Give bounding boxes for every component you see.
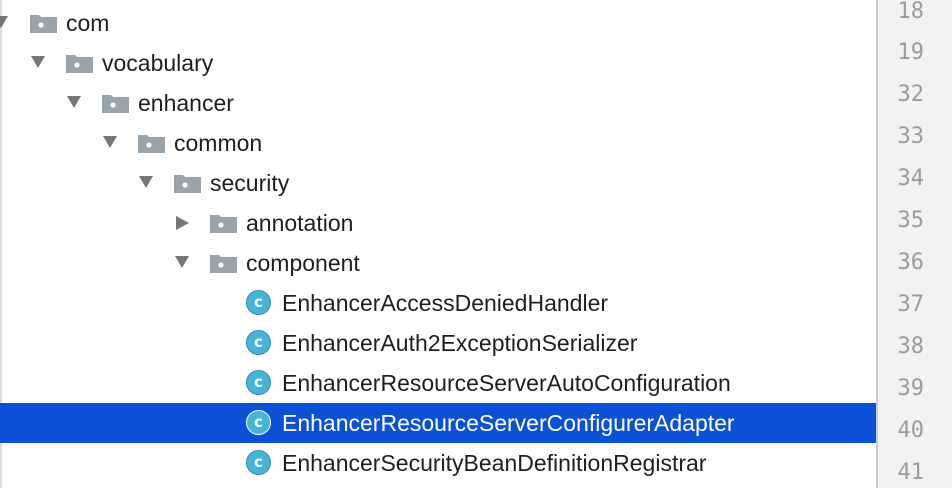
folder-icon — [210, 254, 237, 273]
line-number: 32 — [897, 82, 925, 107]
tree-row-com[interactable]: com — [0, 3, 876, 43]
folder-icon — [174, 174, 201, 193]
class-icon: c — [246, 370, 271, 395]
line-number: 41 — [897, 460, 925, 485]
tree-row-class[interactable]: c EnhancerSecurityBeanDefinitionRegistra… — [0, 443, 876, 483]
tree-row-class[interactable]: c EnhancerResourceServerAutoConfiguratio… — [0, 363, 876, 403]
tree-row-label: EnhancerAccessDeniedHandler — [282, 290, 609, 316]
line-number: 37 — [897, 292, 925, 317]
tree-row-label: enhancer — [138, 90, 234, 116]
line-number: 34 — [897, 166, 925, 191]
tree-row-label: com — [66, 10, 110, 36]
tree-row-label: EnhancerResourceServerConfigurerAdapter — [282, 410, 735, 436]
tree-row-common[interactable]: common — [0, 123, 876, 163]
tree-row-label: component — [246, 250, 360, 276]
tree-row-enhancer[interactable]: enhancer — [0, 83, 876, 123]
tree-row-label: common — [174, 130, 263, 156]
tree-row-label: EnhancerResourceServerAutoConfiguration — [282, 370, 731, 396]
tree-row-class-selected[interactable]: c EnhancerResourceServerConfigurerAdapte… — [0, 403, 876, 443]
line-number: 39 — [897, 376, 925, 401]
triangle-down-icon[interactable] — [139, 176, 153, 188]
tree-row-label: EnhancerAuth2ExceptionSerializer — [282, 330, 638, 356]
line-number: 38 — [897, 334, 925, 359]
triangle-down-icon[interactable] — [175, 256, 189, 268]
folder-icon — [30, 14, 57, 33]
tree-row-class[interactable]: c EnhancerAccessDeniedHandler — [0, 283, 876, 323]
triangle-down-icon[interactable] — [103, 136, 117, 148]
editor-gutter[interactable]: 18 19 32 33 34 35 36 37 38 39 40 41 — [876, 0, 952, 488]
tree-row-class[interactable]: c EnhancerAuth2ExceptionSerializer — [0, 323, 876, 363]
tree-row-label: annotation — [246, 210, 354, 236]
triangle-down-icon[interactable] — [31, 56, 45, 68]
tree-row-security[interactable]: security — [0, 163, 876, 203]
tree-row-component[interactable]: component — [0, 243, 876, 283]
line-number: 33 — [897, 124, 925, 149]
triangle-right-icon[interactable] — [176, 216, 189, 230]
triangle-down-icon[interactable] — [0, 16, 8, 28]
project-tree[interactable]: com vocabulary enhancer common security … — [0, 0, 876, 488]
class-icon: c — [246, 290, 271, 315]
line-number: 35 — [897, 208, 925, 233]
folder-icon — [66, 54, 93, 73]
tree-row-annotation[interactable]: annotation — [0, 203, 876, 243]
tree-row-vocabulary[interactable]: vocabulary — [0, 43, 876, 83]
tree-row-label: EnhancerSecurityBeanDefinitionRegistrar — [282, 450, 707, 476]
class-icon: c — [246, 410, 271, 435]
class-icon: c — [246, 450, 271, 475]
line-number: 40 — [897, 418, 925, 443]
project-window: com vocabulary enhancer common security … — [0, 0, 952, 488]
tree-row-label: vocabulary — [102, 50, 214, 76]
class-icon: c — [246, 330, 271, 355]
folder-icon — [102, 94, 129, 113]
folder-icon — [210, 214, 237, 233]
line-number: 36 — [897, 250, 925, 275]
line-number: 19 — [897, 40, 925, 65]
folder-icon — [138, 134, 165, 153]
tree-row-label: security — [210, 170, 290, 196]
triangle-down-icon[interactable] — [67, 96, 81, 108]
line-number: 18 — [897, 0, 925, 24]
